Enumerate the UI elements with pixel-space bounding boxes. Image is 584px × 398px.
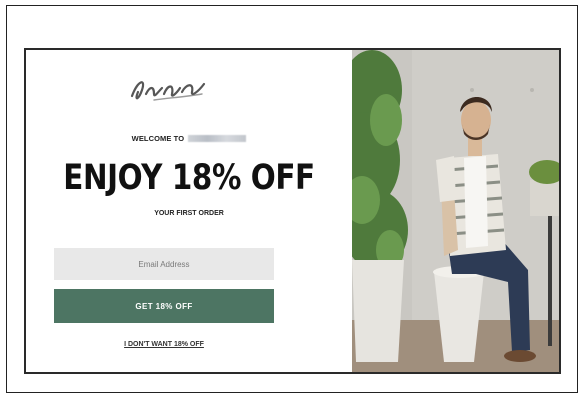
- lifestyle-photo-illustration: [352, 50, 559, 372]
- promo-popup: WELCOME TO ENJOY 18% OFF YOUR FIRST ORDE…: [24, 48, 561, 374]
- model-photo: [352, 50, 559, 372]
- decline-offer-link[interactable]: I DON'T WANT 18% OFF: [26, 341, 302, 348]
- popup-form-pane: WELCOME TO ENJOY 18% OFF YOUR FIRST ORDE…: [26, 50, 352, 372]
- brand-logo: [130, 81, 206, 101]
- welcome-label: WELCOME TO: [131, 134, 185, 143]
- get-discount-button[interactable]: GET 18% OFF: [54, 289, 274, 323]
- offer-headline: ENJOY 18% OFF: [63, 158, 315, 198]
- welcome-line: WELCOME TO: [26, 134, 352, 143]
- offer-subheadline: YOUR FIRST ORDER: [154, 210, 224, 217]
- email-input[interactable]: [54, 248, 274, 280]
- redacted-brand-name: [188, 135, 247, 142]
